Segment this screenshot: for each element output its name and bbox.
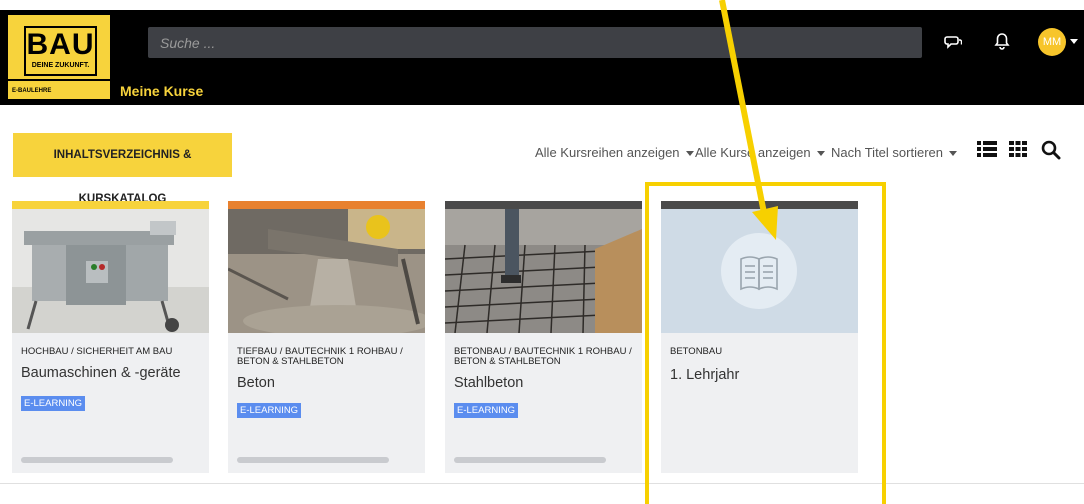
annotation-arrow-icon [719, 0, 778, 240]
